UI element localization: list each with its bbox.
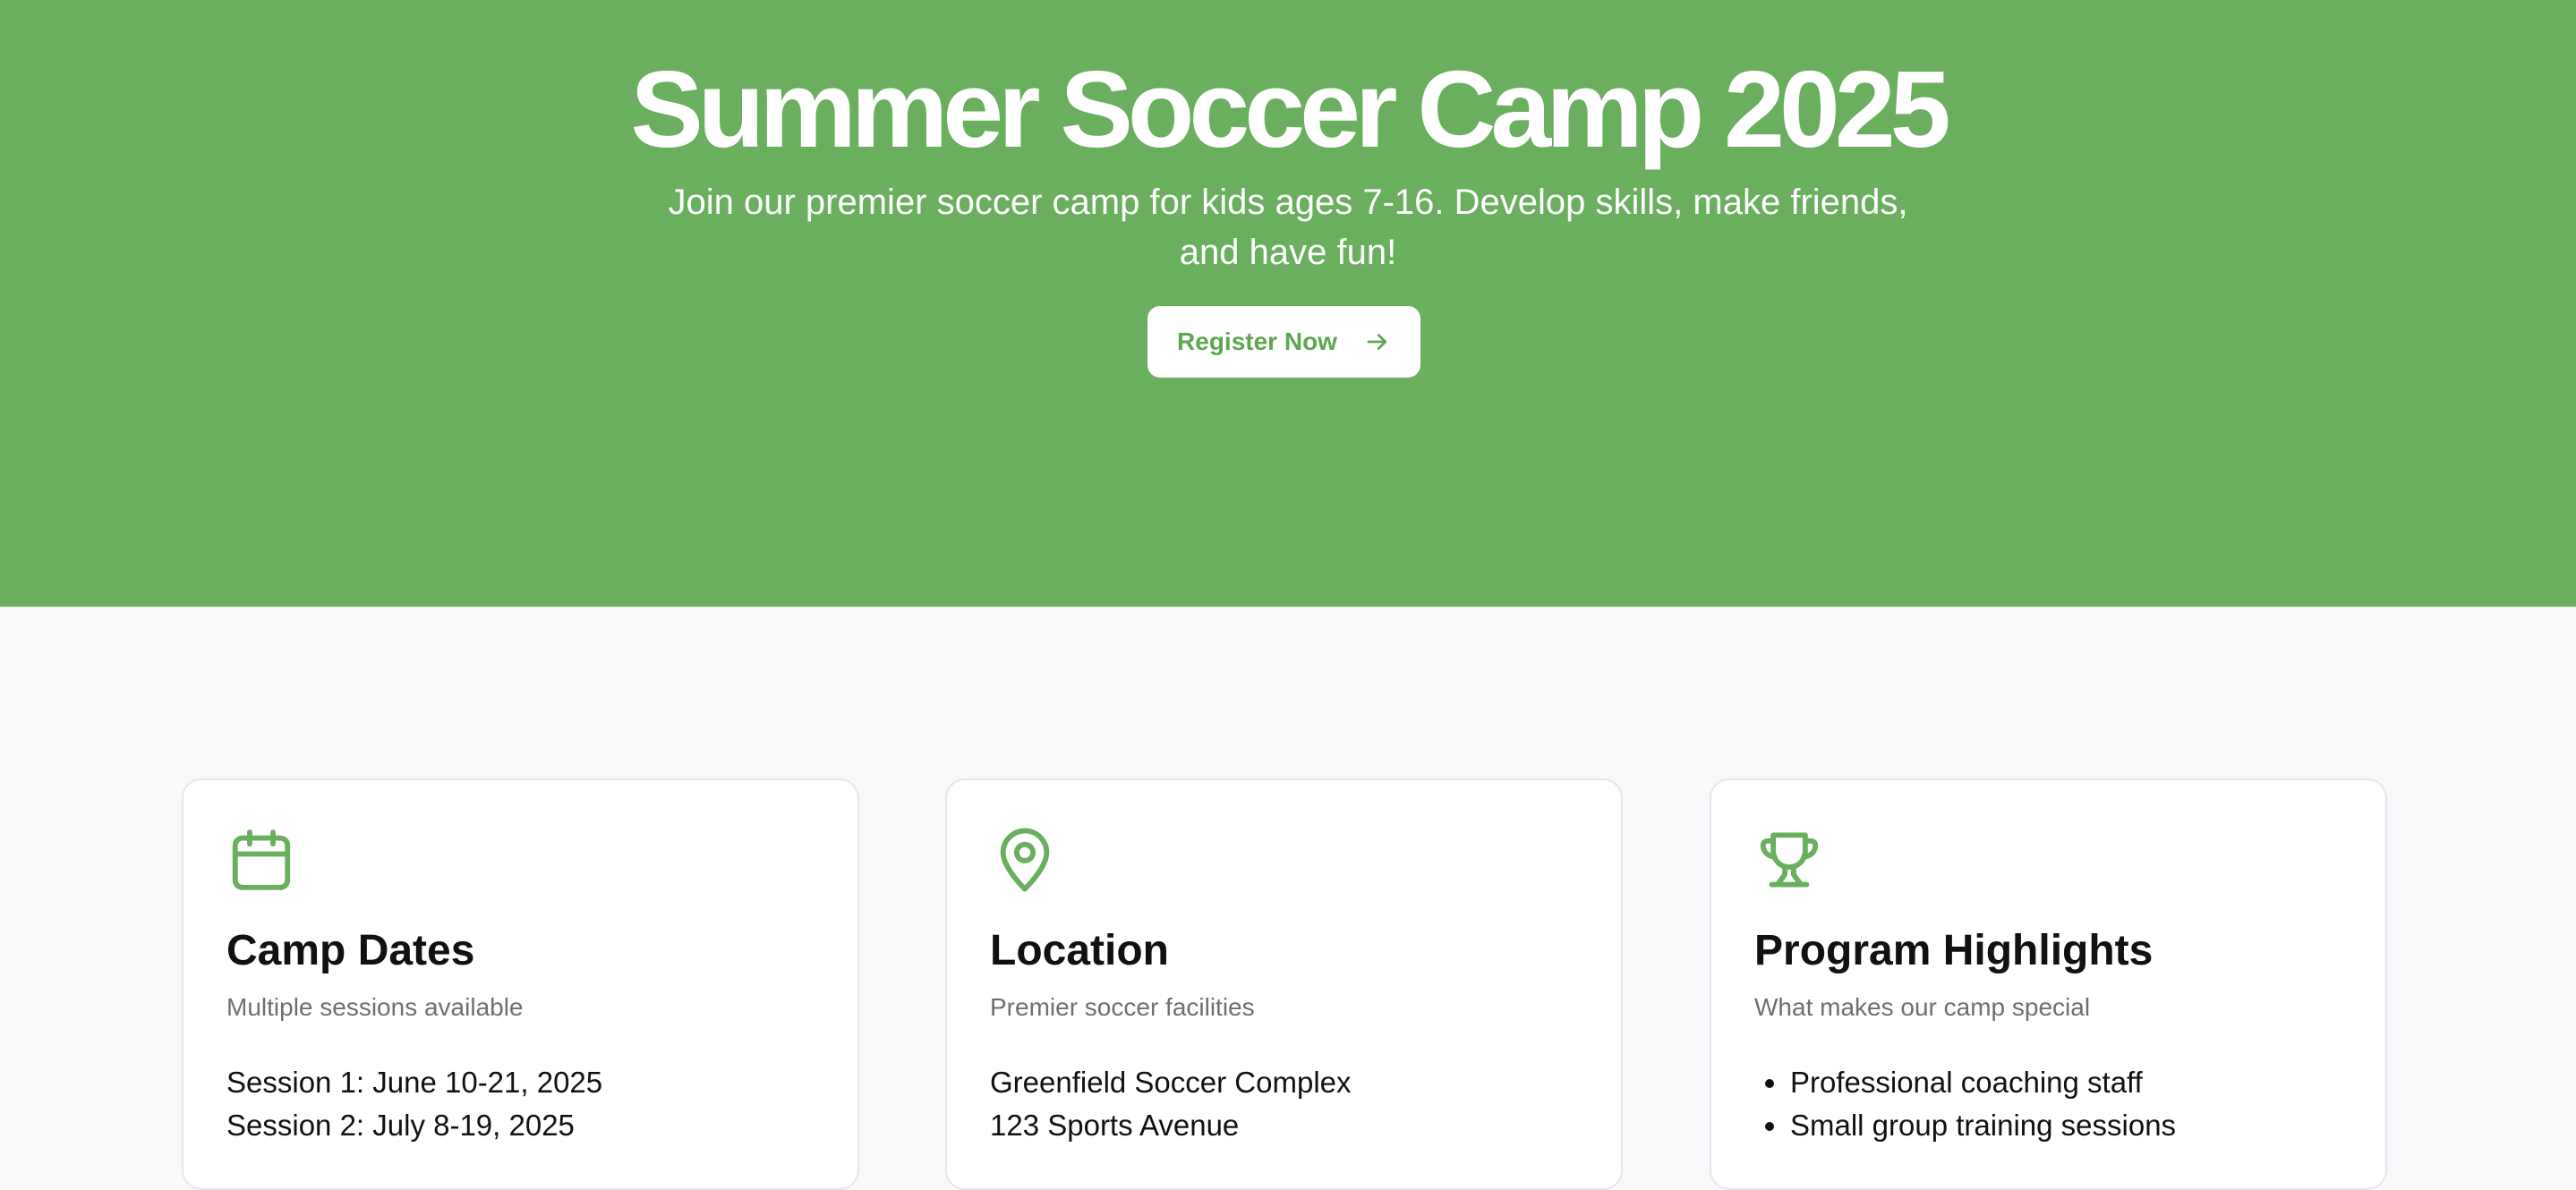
card-description: Premier soccer facilities — [990, 993, 1255, 1021]
camp-dates-card: Camp Dates Multiple sessions available S… — [182, 778, 859, 1190]
page-title: Summer Soccer Camp 2025 — [630, 48, 1950, 170]
card-description: What makes our camp special — [1754, 993, 2091, 1021]
highlights-list: Professional coaching staff Small group … — [1754, 1061, 2176, 1147]
calendar-icon — [226, 825, 296, 895]
card-content: Professional coaching staff Small group … — [1754, 1061, 2176, 1147]
list-item: Small group training sessions — [1754, 1104, 2176, 1147]
venue-name: Greenfield Soccer Complex — [990, 1066, 1352, 1099]
hero-section: Summer Soccer Camp 2025 Join our premier… — [0, 0, 2576, 607]
program-highlights-card: Program Highlights What makes our camp s… — [1710, 778, 2387, 1190]
venue-address: 123 Sports Avenue — [990, 1109, 1240, 1142]
trophy-icon — [1754, 825, 1824, 895]
card-description: Multiple sessions available — [226, 993, 524, 1021]
card-content: Greenfield Soccer Complex 123 Sports Ave… — [990, 1061, 1352, 1147]
register-button[interactable]: Register Now — [1147, 306, 1420, 378]
session-1-dates: Session 1: June 10-21, 2025 — [226, 1066, 603, 1099]
card-title: Camp Dates — [226, 927, 475, 974]
card-title: Program Highlights — [1754, 927, 2154, 974]
hero-subtitle: Join our premier soccer camp for kids ag… — [668, 183, 1908, 272]
arrow-right-icon — [1367, 334, 1387, 350]
location-card: Location Premier soccer facilities Green… — [945, 778, 1623, 1190]
session-2-dates: Session 2: July 8-19, 2025 — [226, 1109, 575, 1142]
card-content: Session 1: June 10-21, 2025 Session 2: J… — [226, 1061, 602, 1147]
card-title: Location — [990, 927, 1169, 974]
register-button-label: Register Now — [1177, 327, 1337, 355]
map-pin-icon — [990, 825, 1060, 895]
list-item: Professional coaching staff — [1754, 1061, 2176, 1104]
